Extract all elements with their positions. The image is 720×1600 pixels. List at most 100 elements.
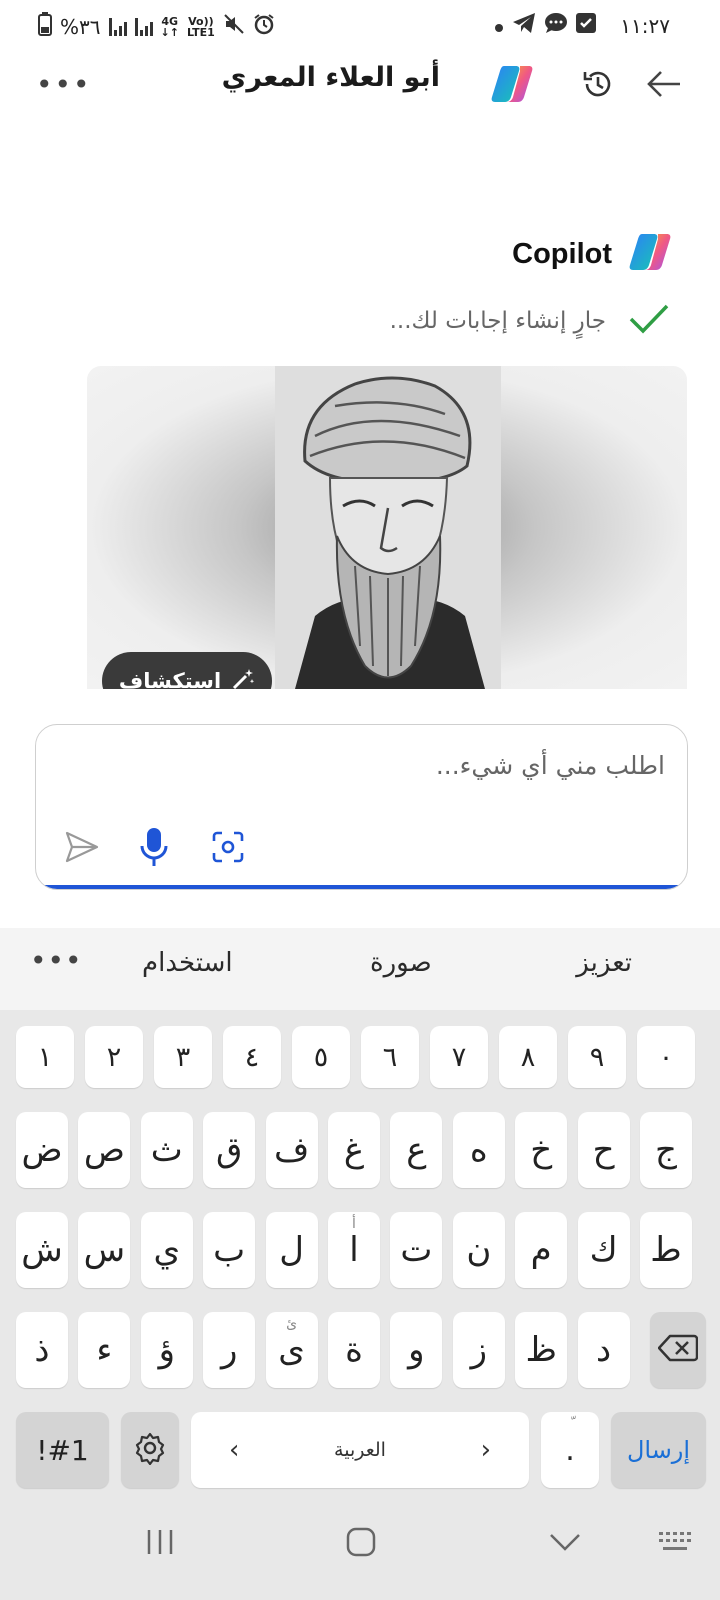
progress-text: جارٍ إنشاء إجابات لك... [389,308,606,334]
key-label: ج [655,1130,677,1170]
key-label: ل [279,1230,304,1270]
camera-scan-icon[interactable] [208,827,248,867]
status-bar: %٣٦ 4G ↓↑ Vo)) LTE1 ١١:٢٧ [0,0,720,52]
progress-status: جارٍ إنشاء إجابات لك... [390,303,670,339]
letter-row2-key-7[interactable]: ن [452,1212,505,1288]
letter-row1-key-6[interactable]: ع [390,1112,443,1188]
keyboard-suggestion-bar: تعزيز صورة استخدام ••• [0,928,720,1010]
number-key-6[interactable]: ٧ [430,1026,488,1088]
key-label: ء [96,1330,113,1370]
letter-row2-key-9[interactable]: ك [577,1212,630,1288]
more-options-icon[interactable]: ••• [36,68,92,101]
letter-row1-key-4[interactable]: ف [265,1112,318,1188]
send-icon[interactable] [62,827,102,867]
cursor-left-icon[interactable]: ‹ [229,1435,239,1465]
portrait-image [275,366,501,689]
key-label: ذ [34,1330,50,1370]
letter-row2-key-1[interactable]: س [78,1212,131,1288]
letter-row1-key-2[interactable]: ث [140,1112,193,1188]
letter-row3-key-8[interactable]: ظ [515,1312,568,1388]
suggestion-more-icon[interactable]: ••• [30,944,83,977]
key-hint: ئ [286,1316,298,1332]
letter-row3-key-6[interactable]: و [390,1312,443,1388]
key-label: ٩ [589,1041,605,1073]
suggestion-1[interactable]: تعزيز [576,948,632,978]
backspace-icon [657,1334,699,1366]
letter-row3-key-4[interactable]: ىئ [265,1312,318,1388]
letter-row2-key-4[interactable]: ل [265,1212,318,1288]
key-label: ٢ [106,1041,122,1073]
letter-row3-key-1[interactable]: ء [78,1312,131,1388]
keyboard-switch-icon[interactable] [656,1527,696,1557]
space-key[interactable]: ‹ العربية › [191,1412,529,1488]
hide-keyboard-icon[interactable] [545,1525,585,1559]
symbols-key[interactable]: !#1 [16,1412,109,1488]
messages-icon [544,12,568,39]
letter-row1-key-8[interactable]: خ [515,1112,568,1188]
letter-row3-key-2[interactable]: ؤ [140,1312,193,1388]
key-label: خ [530,1130,553,1170]
key-label: ى [278,1330,305,1370]
check-icon [628,303,670,339]
battery-percent: %٣٦ [60,14,101,39]
key-label: ٦ [382,1041,398,1073]
clock-time: ١١:٢٧ [620,13,670,38]
letter-row1-key-9[interactable]: ح [577,1112,630,1188]
scroll-clip [0,689,720,729]
back-arrow-icon[interactable] [642,64,686,104]
letter-row2-key-2[interactable]: ي [140,1212,193,1288]
key-label: ن [466,1230,492,1270]
copilot-logo-icon[interactable] [488,60,536,108]
number-key-5[interactable]: ٦ [361,1026,419,1088]
letter-row1-key-7[interactable]: ه [452,1112,505,1188]
message-composer[interactable]: اطلب مني أي شيء... [35,724,688,890]
suggestion-3[interactable]: استخدام [142,948,233,978]
letter-row1-key-10[interactable]: ج [640,1112,692,1188]
telegram-icon [512,12,536,39]
suggestion-2[interactable]: صورة [370,948,432,978]
key-label: ظ [525,1330,557,1370]
letter-row1-key-0[interactable]: ض [16,1112,68,1188]
page-title: أبو العلاء المعري [221,62,440,93]
generated-image-card[interactable] [87,366,687,689]
settings-key[interactable] [121,1412,179,1488]
letter-row2-key-10[interactable]: ط [640,1212,692,1288]
copilot-avatar-icon [626,230,674,278]
letter-row2-key-5[interactable]: اأ [328,1212,380,1288]
backspace-key[interactable] [650,1312,706,1388]
send-key[interactable]: إرسال [611,1412,706,1488]
letter-row1-key-3[interactable]: ق [203,1112,256,1188]
number-key-1[interactable]: ٢ [85,1026,143,1088]
key-label: ر [220,1330,238,1370]
composer-placeholder[interactable]: اطلب مني أي شيء... [436,751,665,780]
number-key-7[interactable]: ٨ [499,1026,557,1088]
message-sender: Copilot [512,230,674,278]
number-key-9[interactable]: ٠ [637,1026,695,1088]
letter-row2-key-8[interactable]: م [515,1212,568,1288]
number-key-4[interactable]: ٥ [292,1026,350,1088]
letter-row3-key-3[interactable]: ر [203,1312,256,1388]
letter-row1-key-1[interactable]: ص [78,1112,131,1188]
app-header: ••• أبو العلاء المعري [0,52,720,118]
number-key-3[interactable]: ٤ [223,1026,281,1088]
letter-row3-key-9[interactable]: د [577,1312,630,1388]
letter-row2-key-6[interactable]: ت [390,1212,443,1288]
recent-apps-icon[interactable] [143,1525,177,1559]
key-label: ع [406,1130,427,1170]
letter-row3-key-7[interactable]: ز [452,1312,505,1388]
key-label: ي [153,1230,181,1270]
letter-row1-key-5[interactable]: غ [328,1112,380,1188]
letter-row2-key-0[interactable]: ش [16,1212,68,1288]
dot-indicator-icon [494,14,504,38]
number-key-8[interactable]: ٩ [568,1026,626,1088]
letter-row3-key-5[interactable]: ة [328,1312,380,1388]
home-icon[interactable] [344,1525,378,1559]
cursor-right-icon[interactable]: › [481,1435,491,1465]
number-key-2[interactable]: ٣ [154,1026,212,1088]
period-key[interactable]: ّ . [541,1412,599,1488]
microphone-icon[interactable] [134,823,174,871]
letter-row3-key-0[interactable]: ذ [16,1312,68,1388]
history-icon[interactable] [578,64,618,104]
number-key-0[interactable]: ١ [16,1026,74,1088]
letter-row2-key-3[interactable]: ب [203,1212,256,1288]
